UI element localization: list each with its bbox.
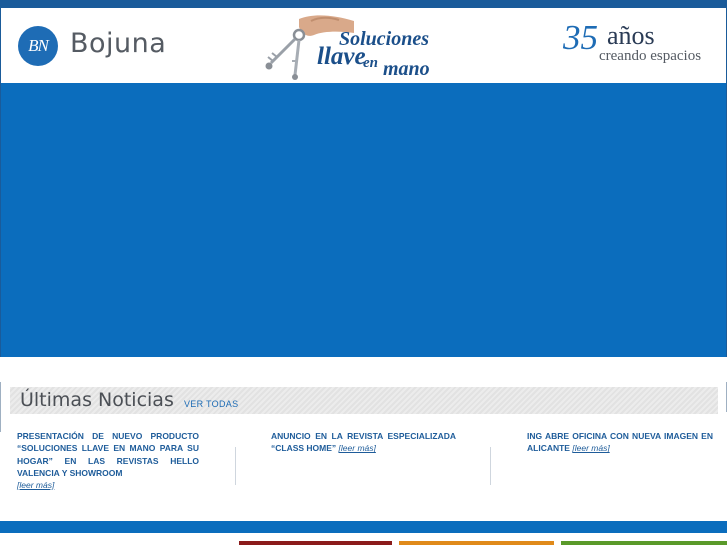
news-section-title: Últimas Noticias bbox=[20, 389, 174, 411]
read-more-link[interactable]: [leer más] bbox=[17, 480, 54, 490]
slogan-line-3: en bbox=[363, 55, 378, 71]
top-frame-line bbox=[0, 0, 727, 8]
bojuna-logo[interactable]: BN Bojuna bbox=[18, 26, 168, 66]
hero-banner bbox=[0, 83, 727, 357]
anniversary-number: 35 bbox=[563, 18, 598, 57]
logo-name: Bojuna bbox=[70, 28, 167, 59]
footer-thumbnails bbox=[0, 533, 727, 545]
view-all-news-link[interactable]: VER TODAS bbox=[184, 399, 238, 409]
news-item: ANUNCIO EN LA REVISTA ESPECIALIZADA “CLA… bbox=[271, 430, 456, 455]
read-more-link[interactable]: [leer más] bbox=[339, 443, 376, 453]
slogan-line-4: mano bbox=[383, 58, 430, 80]
news-divider bbox=[490, 447, 491, 485]
news-item-text: PRESENTACIÓN DE NUEVO PRODUCTO “SOLUCION… bbox=[17, 431, 199, 478]
read-more-link[interactable]: [leer más] bbox=[572, 443, 609, 453]
news-item: ING ABRE OFICINA CON NUEVA IMAGEN EN ALI… bbox=[527, 430, 713, 455]
footer-thumbnail[interactable] bbox=[239, 541, 392, 545]
site-header: BN Bojuna Soluciones llave en mano 35 añ… bbox=[0, 8, 727, 83]
anniversary-subtitle: creando espacios bbox=[599, 48, 702, 64]
footer-thumbnail[interactable] bbox=[399, 541, 554, 545]
news-header-bar: Últimas Noticias VER TODAS bbox=[10, 387, 718, 414]
footer-thumbnail[interactable] bbox=[561, 541, 727, 545]
logo-monogram: BN bbox=[18, 26, 58, 66]
footer-bar bbox=[0, 521, 727, 533]
frame-line-left bbox=[0, 382, 1, 432]
news-divider bbox=[235, 447, 236, 485]
slogan-banner: Soluciones llave en mano bbox=[259, 11, 439, 81]
slogan-line-2: llave bbox=[317, 43, 366, 70]
news-item: PRESENTACIÓN DE NUEVO PRODUCTO “SOLUCION… bbox=[17, 430, 199, 491]
news-item-text: ING ABRE OFICINA CON NUEVA IMAGEN EN ALI… bbox=[527, 431, 713, 454]
anniversary-word: años bbox=[607, 21, 655, 50]
